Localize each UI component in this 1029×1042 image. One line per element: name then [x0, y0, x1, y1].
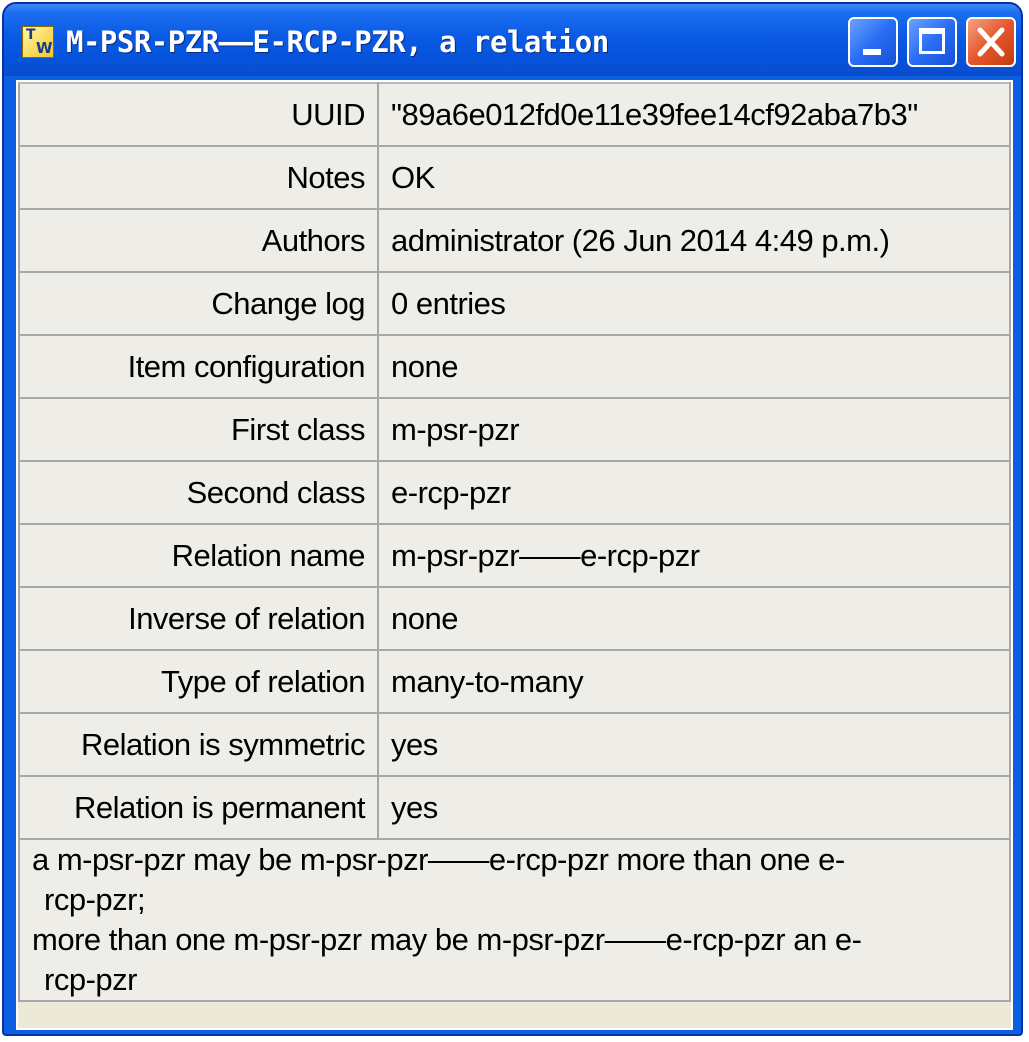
description-line: rcp-pzr;: [44, 882, 146, 917]
property-value[interactable]: none: [377, 334, 1011, 399]
minimize-icon: [863, 49, 881, 55]
property-row: Relation is symmetric yes: [18, 712, 1011, 777]
property-value[interactable]: OK: [377, 145, 1011, 210]
property-row: Second class e-rcp-pzr: [18, 460, 1011, 525]
property-value[interactable]: e-rcp-pzr: [377, 460, 1011, 525]
property-label: Item configuration: [18, 334, 379, 399]
property-value[interactable]: m-psr-pzr——e-rcp-pzr: [377, 523, 1011, 588]
property-label: Type of relation: [18, 649, 379, 714]
property-row: Type of relation many-to-many: [18, 649, 1011, 714]
property-label: Relation name: [18, 523, 379, 588]
property-value[interactable]: 0 entries: [377, 271, 1011, 336]
description-line: rcp-pzr: [44, 962, 137, 997]
property-row: UUID "89a6e012fd0e11e39fee14cf92aba7b3": [18, 82, 1011, 147]
property-row: Notes OK: [18, 145, 1011, 210]
property-label: First class: [18, 397, 379, 462]
property-label: Second class: [18, 460, 379, 525]
relation-description: a m-psr-pzr may be m-psr-pzr——e-rcp-pzr …: [18, 838, 1011, 1002]
property-row: Authors administrator (26 Jun 2014 4:49 p…: [18, 208, 1011, 273]
property-row: Inverse of relation none: [18, 586, 1011, 651]
property-value[interactable]: yes: [377, 775, 1011, 840]
properties-table: UUID "89a6e012fd0e11e39fee14cf92aba7b3" No…: [18, 82, 1011, 1002]
description-line: more than one m-psr-pzr may be m-psr-pzr…: [32, 922, 862, 957]
property-row: Relation name m-psr-pzr——e-rcp-pzr: [18, 523, 1011, 588]
property-label: UUID: [18, 82, 379, 147]
property-label: Notes: [18, 145, 379, 210]
property-label: Relation is symmetric: [18, 712, 379, 777]
maximize-icon: [919, 28, 945, 54]
property-value[interactable]: "89a6e012fd0e11e39fee14cf92aba7b3": [377, 82, 1011, 147]
property-label: Inverse of relation: [18, 586, 379, 651]
close-button[interactable]: [966, 17, 1016, 67]
relation-window: TW M-PSR-PZR——E-RCP-PZR, a relation UUID…: [2, 2, 1023, 1036]
property-row: Item configuration none: [18, 334, 1011, 399]
maximize-button[interactable]: [907, 17, 957, 67]
property-value[interactable]: none: [377, 586, 1011, 651]
property-row: Change log 0 entries: [18, 271, 1011, 336]
window-title: M-PSR-PZR——E-RCP-PZR, a relation: [66, 25, 609, 59]
property-value[interactable]: many-to-many: [377, 649, 1011, 714]
property-label: Change log: [18, 271, 379, 336]
minimize-button[interactable]: [848, 17, 898, 67]
property-value[interactable]: administrator (26 Jun 2014 4:49 p.m.): [377, 208, 1011, 273]
description-row: a m-psr-pzr may be m-psr-pzr——e-rcp-pzr …: [18, 838, 1011, 1002]
close-icon: [977, 27, 1005, 57]
property-row: Relation is permanent yes: [18, 775, 1011, 840]
properties-panel: UUID "89a6e012fd0e11e39fee14cf92aba7b3" No…: [16, 80, 1013, 1030]
property-label: Relation is permanent: [18, 775, 379, 840]
description-line: a m-psr-pzr may be m-psr-pzr——e-rcp-pzr …: [32, 842, 845, 877]
property-row: First class m-psr-pzr: [18, 397, 1011, 462]
title-bar[interactable]: TW M-PSR-PZR——E-RCP-PZR, a relation: [4, 4, 1021, 76]
tw-app-icon[interactable]: TW: [22, 26, 54, 58]
property-value[interactable]: yes: [377, 712, 1011, 777]
property-label: Authors: [18, 208, 379, 273]
property-value[interactable]: m-psr-pzr: [377, 397, 1011, 462]
